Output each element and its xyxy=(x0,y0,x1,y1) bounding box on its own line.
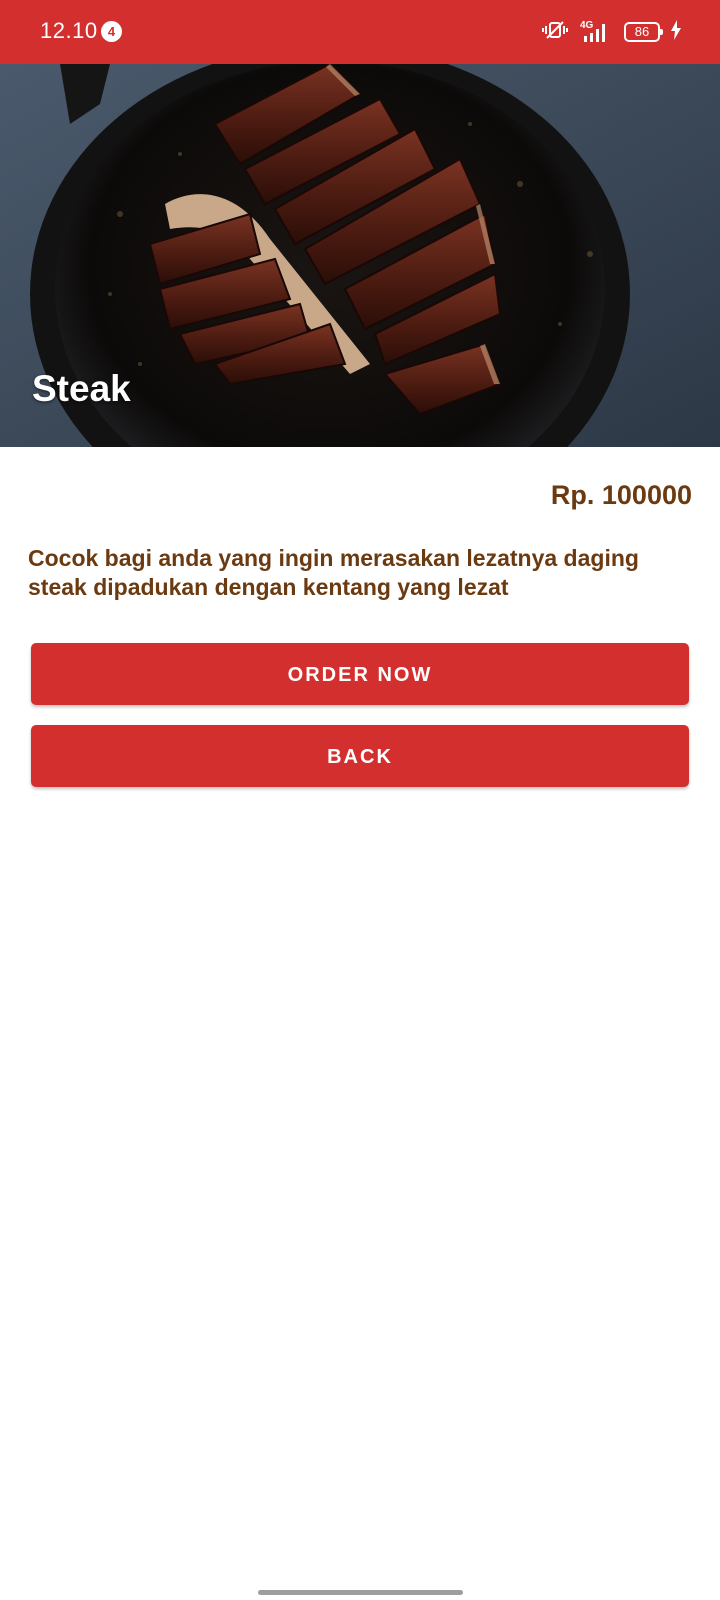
gesture-nav-handle[interactable] xyxy=(258,1590,463,1595)
back-button[interactable]: BACK xyxy=(31,725,689,787)
vibrate-icon xyxy=(542,20,568,45)
product-description: Cocok bagi anda yang ingin merasakan lez… xyxy=(28,545,639,600)
charging-icon xyxy=(670,19,682,45)
notification-count-badge: 4 xyxy=(101,21,122,42)
status-icons: 4G 86 xyxy=(542,19,682,45)
steak-photo: Steak xyxy=(0,64,720,447)
battery-icon: 86 xyxy=(624,22,663,42)
status-bar: 12.10 4 4G 86 xyxy=(0,0,720,64)
product-price: Rp. 100000 xyxy=(550,480,692,510)
status-time: 12.10 xyxy=(40,18,98,43)
order-now-button[interactable]: ORDER NOW xyxy=(31,643,689,705)
product-detail-screen: 12.10 4 4G 86 Steak Rp. 100000 Cocok bag… xyxy=(0,0,720,1600)
signal-4g-icon: 4G xyxy=(578,20,614,44)
product-title: Steak xyxy=(32,368,131,409)
